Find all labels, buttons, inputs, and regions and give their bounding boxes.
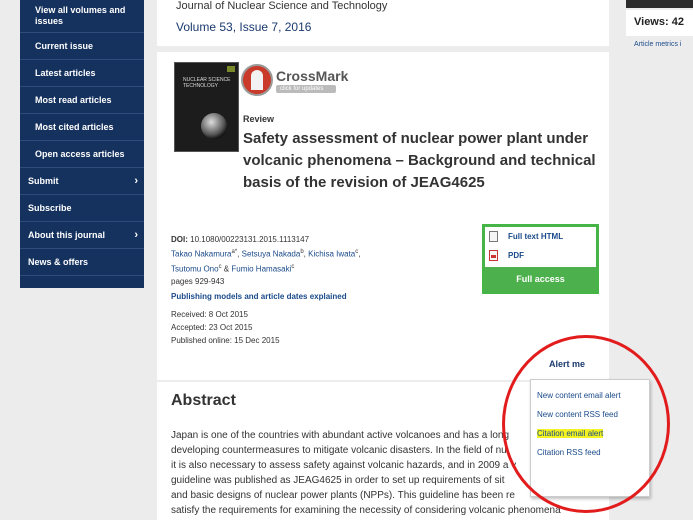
- chevron-right-icon: ›: [134, 228, 138, 241]
- alert-menu-item[interactable]: Citation RSS feed: [537, 445, 643, 460]
- crossmark-title: CrossMark: [276, 67, 349, 84]
- journal-title[interactable]: Journal of Nuclear Science and Technolog…: [176, 0, 387, 12]
- journal-cover-image[interactable]: NUCLEAR SCIENCE TECHNOLOGY: [174, 62, 239, 152]
- sidebar-item[interactable]: Most read articles: [20, 87, 144, 114]
- article-metrics-link[interactable]: Article metrics i: [634, 41, 681, 48]
- publishing-models-link[interactable]: Publishing models and article dates expl…: [171, 292, 347, 301]
- crossmark-icon: [241, 64, 273, 96]
- cover-globe-graphic: [201, 113, 227, 139]
- article-panel: NUCLEAR SCIENCE TECHNOLOGY CrossMark cli…: [157, 52, 609, 380]
- article-dates: Received: 8 Oct 2015 Accepted: 23 Oct 20…: [171, 308, 280, 347]
- author-link[interactable]: Tsutomu Ono: [171, 264, 219, 273]
- journal-volume-link[interactable]: Volume 53, Issue 7, 2016: [176, 20, 311, 34]
- alert-menu-item[interactable]: New content RSS feed: [537, 407, 643, 422]
- alert-menu-item[interactable]: Citation email alert: [537, 426, 643, 441]
- pdf-label: PDF: [508, 251, 524, 260]
- author-link[interactable]: Kichisa Iwata: [308, 250, 355, 259]
- sidebar-item-label: Open access articles: [35, 148, 125, 159]
- author-list: Takao Nakamuraa*, Setsuya Nakadab, Kichi…: [171, 249, 361, 274]
- author-link[interactable]: Fumio Hamasaki: [231, 264, 291, 273]
- alert-menu-item-label: New content RSS feed: [537, 410, 618, 419]
- cover-text: NUCLEAR SCIENCE TECHNOLOGY: [183, 77, 231, 89]
- sidebar-item-label: Current issue: [35, 40, 94, 51]
- alert-menu-item-label: Citation RSS feed: [537, 448, 601, 457]
- author-affiliation: c: [355, 249, 359, 255]
- alert-menu-item-label: New content email alert: [537, 391, 621, 400]
- sidebar-item-label: View all volumes and issues: [35, 5, 126, 26]
- author-affiliation: c: [218, 263, 222, 270]
- sidebar-item[interactable]: News & offers: [20, 249, 144, 276]
- sidebar-item[interactable]: View all volumes and issues: [20, 0, 144, 33]
- alert-menu-item-label: Citation email alert: [537, 429, 604, 438]
- author-affiliation: a*: [231, 249, 238, 255]
- sidebar-item[interactable]: Latest articles: [20, 60, 144, 87]
- views-count: Views: 42: [626, 10, 693, 36]
- journal-sidebar: View all volumes and issues Current issue…: [20, 0, 144, 288]
- full-text-html-link[interactable]: Full text HTML: [485, 227, 596, 246]
- sidebar-item-label: Latest articles: [35, 67, 96, 78]
- alert-me-button[interactable]: Alert me: [549, 359, 585, 369]
- pdf-document-icon: [489, 250, 498, 261]
- published-date: Published online: 15 Dec 2015: [171, 336, 280, 345]
- sidebar-item-label: News & offers: [28, 256, 89, 267]
- html-document-icon: [489, 231, 498, 242]
- author-link[interactable]: Setsuya Nakada: [242, 250, 301, 259]
- article-type: Review: [243, 114, 275, 124]
- abstract-heading: Abstract: [171, 392, 236, 409]
- sidebar-item-label: Most cited articles: [35, 121, 114, 132]
- sidebar-item[interactable]: Submit ›: [20, 168, 144, 195]
- sidebar-item[interactable]: Current issue: [20, 33, 144, 60]
- pdf-link[interactable]: PDF: [485, 246, 596, 265]
- abstract-line: satisfy the requirements for examining t…: [171, 505, 561, 516]
- crossmark-badge[interactable]: CrossMark click for updates: [241, 64, 348, 96]
- article-meta: DOI: 10.1080/00223131.2015.1113147 Takao…: [171, 233, 360, 288]
- alert-dropdown-menu: New content email alert New content RSS f…: [530, 379, 650, 497]
- journal-header: Journal of Nuclear Science and Technolog…: [157, 0, 609, 46]
- sidebar-item[interactable]: About this journal ›: [20, 222, 144, 249]
- author-link[interactable]: Takao Nakamura: [171, 250, 231, 259]
- full-text-html-label: Full text HTML: [508, 232, 564, 241]
- accepted-date: Accepted: 23 Oct 2015: [171, 323, 253, 332]
- cover-tag: [227, 66, 235, 72]
- chevron-right-icon: ›: [134, 174, 138, 187]
- sidebar-item-label: Submit: [28, 175, 59, 186]
- article-title: Safety assessment of nuclear power plant…: [243, 130, 596, 191]
- sidebar-item[interactable]: Most cited articles: [20, 114, 144, 141]
- doi-line: DOI: 10.1080/00223131.2015.1113147: [171, 233, 360, 246]
- sidebar-item[interactable]: Subscribe: [20, 195, 144, 222]
- pages: pages 929-943: [171, 277, 225, 287]
- doi-value: 10.1080/00223131.2015.1113147: [190, 235, 310, 244]
- metrics-header-bar: [626, 0, 693, 8]
- full-access-button[interactable]: Full access: [485, 267, 596, 291]
- access-box: Full text HTML PDF Full access: [482, 224, 599, 294]
- doi-label: DOI:: [171, 235, 188, 244]
- sidebar-item[interactable]: Open access articles: [20, 141, 144, 168]
- sidebar-item-label: About this journal: [28, 229, 105, 240]
- author-affiliation: b: [300, 249, 304, 255]
- alert-menu-item[interactable]: New content email alert: [537, 388, 643, 403]
- sidebar-item-label: Most read articles: [35, 94, 112, 105]
- crossmark-subtitle: click for updates: [276, 84, 336, 93]
- received-date: Received: 8 Oct 2015: [171, 310, 248, 319]
- sidebar-item-label: Subscribe: [28, 202, 72, 213]
- author-affiliation: c: [291, 263, 295, 270]
